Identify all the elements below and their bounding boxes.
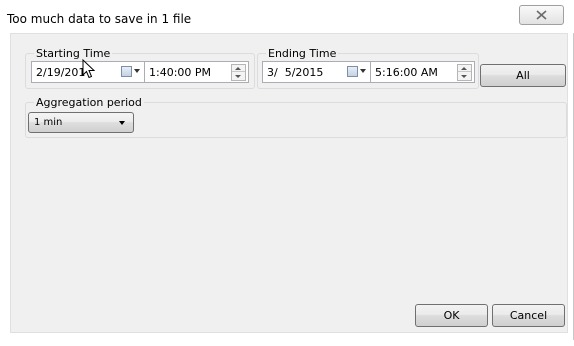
start-time-field[interactable]: 1:40:00 PM bbox=[144, 61, 249, 83]
all-button[interactable]: All bbox=[480, 64, 566, 87]
spin-up-icon[interactable] bbox=[458, 65, 471, 72]
mouse-pointer-icon bbox=[82, 59, 96, 79]
aggregation-period-select[interactable]: 1 min bbox=[28, 112, 134, 133]
calendar-icon bbox=[347, 66, 358, 77]
spin-down-icon[interactable] bbox=[232, 73, 245, 80]
end-date-value: 3/ 5/2015 bbox=[267, 66, 324, 79]
aggregation-period-label: Aggregation period bbox=[34, 96, 144, 109]
starting-time-label: Starting Time bbox=[34, 47, 113, 60]
end-time-spinner[interactable] bbox=[457, 64, 472, 81]
aggregation-period-group: Aggregation period 1 min bbox=[25, 96, 567, 138]
end-time-value: 5:16:00 AM bbox=[375, 66, 438, 79]
calendar-icon bbox=[121, 66, 132, 77]
dialog-title: Too much data to save in 1 file bbox=[7, 12, 192, 26]
start-time-value: 1:40:00 PM bbox=[149, 66, 212, 79]
aggregation-period-value: 1 min bbox=[34, 117, 63, 128]
spin-up-icon[interactable] bbox=[232, 65, 245, 72]
end-time-field[interactable]: 5:16:00 AM bbox=[370, 61, 475, 83]
close-icon bbox=[536, 10, 547, 20]
end-calendar-button[interactable] bbox=[347, 65, 367, 79]
start-time-spinner[interactable] bbox=[231, 64, 246, 81]
ending-time-label: Ending Time bbox=[266, 47, 339, 60]
chevron-down-icon bbox=[119, 121, 125, 125]
chevron-down-icon bbox=[360, 69, 366, 73]
end-date-field[interactable]: 3/ 5/2015 bbox=[262, 61, 371, 83]
save-dialog: Too much data to save in 1 file Starting… bbox=[0, 0, 574, 340]
title-bar[interactable]: Too much data to save in 1 file bbox=[0, 0, 574, 33]
spin-down-icon[interactable] bbox=[458, 73, 471, 80]
ok-button[interactable]: OK bbox=[415, 304, 488, 327]
close-button[interactable] bbox=[519, 5, 564, 25]
cancel-button[interactable]: Cancel bbox=[492, 304, 565, 327]
chevron-down-icon bbox=[134, 69, 140, 73]
start-date-value: 2/19/201 bbox=[36, 66, 86, 79]
starting-time-group: Starting Time 2/19/201 1:40:00 PM bbox=[25, 47, 255, 89]
ending-time-group: Ending Time 3/ 5/2015 5:16:00 AM bbox=[257, 47, 479, 89]
start-calendar-button[interactable] bbox=[121, 65, 141, 79]
